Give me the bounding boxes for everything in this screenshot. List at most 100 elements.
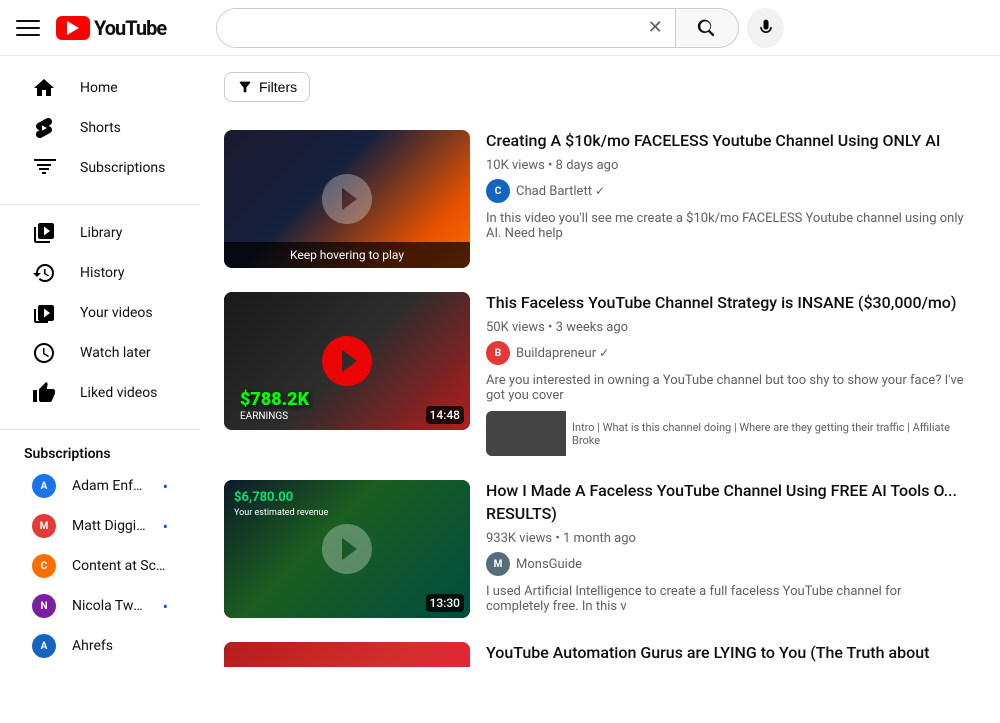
clear-search-button[interactable]: ✕	[635, 9, 675, 47]
subscription-avatar-adam-enfroy: A	[32, 474, 56, 498]
video-info-1: Creating A $10k/mo FACELESS Youtube Chan…	[486, 130, 976, 268]
subscription-item-adam-enfroy[interactable]: A Adam Enfroy •	[8, 466, 192, 506]
home-icon	[32, 76, 56, 100]
sidebar-item-shorts[interactable]: Shorts	[8, 108, 192, 148]
video-item-3[interactable]: $6,780.00 Your estimated revenue 13:30 H…	[224, 468, 976, 630]
sidebar-item-home-label: Home	[80, 80, 118, 96]
sidebar-item-history[interactable]: History	[8, 253, 192, 293]
video-info-4: YouTube Automation Gurus are LYING to Yo…	[486, 642, 976, 667]
liked-videos-icon	[32, 381, 56, 405]
channel-name-1: Chad Bartlett ✓	[516, 184, 605, 199]
sidebar-item-subscriptions-label: Subscriptions	[80, 160, 165, 176]
shorts-icon	[32, 116, 56, 140]
video-desc-3: I used Artificial Intelligence to create…	[486, 584, 968, 614]
video-thumbnail-3: $6,780.00 Your estimated revenue 13:30	[224, 480, 470, 618]
subscription-item-matt-diggity[interactable]: M Matt Diggity •	[8, 506, 192, 546]
sidebar-item-liked-videos[interactable]: Liked videos	[8, 373, 192, 413]
watch-later-icon	[32, 341, 56, 365]
sidebar-item-history-label: History	[80, 265, 125, 281]
duration-badge-3: 13:30	[426, 594, 464, 612]
subscription-item-content-at-scale[interactable]: C Content at Scale	[8, 546, 192, 586]
video-item-2[interactable]: $788.2K EARNINGS 14:48 This Faceless You…	[224, 280, 976, 468]
video-item[interactable]: Keep hovering to play Creating A $10k/mo…	[224, 118, 976, 280]
youtube-wordmark: YouTube	[94, 16, 166, 40]
search-form: faceless youtube channel ✕	[216, 8, 739, 48]
video-meta-3: M MonsGuide	[486, 552, 968, 576]
video-stats-1: 10K views • 8 days ago	[486, 158, 968, 173]
sidebar-item-library-label: Library	[80, 225, 122, 241]
sidebar: Home Shorts Subscriptions Library	[0, 56, 200, 667]
subscription-name-nicola-tweed: Nicola Tweed	[72, 598, 147, 614]
sidebar-library-section: Library History Your videos Watch later …	[0, 213, 200, 421]
sidebar-item-library[interactable]: Library	[8, 213, 192, 253]
sidebar-item-home[interactable]: Home	[8, 68, 192, 108]
video-thumbnail-1: Keep hovering to play	[224, 130, 470, 268]
main-content: Filters Keep hovering to play Creating A…	[200, 56, 1000, 667]
header-left: YouTube	[16, 16, 216, 40]
sidebar-nav-section: Home Shorts Subscriptions	[0, 68, 200, 196]
subscription-avatar-ahrefs: A	[32, 634, 56, 658]
video-desc-2: Are you interested in owning a YouTube c…	[486, 373, 968, 403]
channel-name-2: Buildapreneur ✓	[516, 346, 609, 361]
sidebar-item-liked-videos-label: Liked videos	[80, 385, 157, 401]
filters-button[interactable]: Filters	[224, 72, 310, 102]
verified-icon-1: ✓	[595, 184, 605, 198]
sidebar-divider-2	[0, 429, 200, 430]
channel-avatar-1: C	[486, 179, 510, 203]
channel-avatar-2: B	[486, 341, 510, 365]
video-title-3: How I Made A Faceless YouTube Channel Us…	[486, 480, 968, 525]
video-title-2: This Faceless YouTube Channel Strategy i…	[486, 292, 968, 314]
video-info-2: This Faceless YouTube Channel Strategy i…	[486, 292, 976, 456]
subscription-name-content-at-scale: Content at Scale	[72, 558, 168, 574]
video-stats-3: 933K views • 1 month ago	[486, 531, 968, 546]
search-icon	[697, 18, 717, 38]
sidebar-divider-1	[0, 204, 200, 205]
video-thumbnail-4: YouTube SCAM	[224, 642, 470, 667]
video-desc-1: In this video you'll see me create a $10…	[486, 211, 968, 241]
sidebar-item-watch-later-label: Watch later	[80, 345, 151, 361]
video-stats-2: 50K views • 3 weeks ago	[486, 320, 968, 335]
video-list: Keep hovering to play Creating A $10k/mo…	[224, 118, 976, 667]
filters-label: Filters	[259, 79, 297, 95]
duration-badge-2: 14:48	[426, 406, 464, 424]
channel-name-3: MonsGuide	[516, 557, 582, 572]
preview-thumb-2	[486, 411, 566, 456]
sidebar-item-subscriptions[interactable]: Subscriptions	[8, 148, 192, 188]
preview-strip-2: Intro | What is this channel doing | Whe…	[486, 411, 968, 456]
subscription-name-ahrefs: Ahrefs	[72, 638, 168, 654]
header-center: faceless youtube channel ✕	[216, 8, 784, 48]
subscription-dot-nicola-tweed: •	[163, 597, 168, 616]
header: YouTube faceless youtube channel ✕	[0, 0, 1000, 56]
subscription-item-ahrefs[interactable]: A Ahrefs	[8, 626, 192, 666]
mic-icon	[756, 18, 776, 38]
sidebar-item-your-videos-label: Your videos	[80, 305, 153, 321]
history-icon	[32, 261, 56, 285]
youtube-logo[interactable]: YouTube	[56, 16, 166, 40]
sidebar-item-watch-later[interactable]: Watch later	[8, 333, 192, 373]
verified-icon-2: ✓	[599, 346, 609, 360]
preview-label-2: Intro | What is this channel doing | Whe…	[566, 417, 968, 451]
subscription-avatar-content-at-scale: C	[32, 554, 56, 578]
sidebar-item-shorts-label: Shorts	[80, 120, 121, 136]
mic-button[interactable]	[747, 8, 784, 48]
filters-bar: Filters	[224, 72, 976, 102]
search-input-wrap: faceless youtube channel ✕	[216, 8, 675, 48]
youtube-icon	[56, 16, 90, 40]
video-meta-1: C Chad Bartlett ✓	[486, 179, 968, 203]
subscriptions-title: Subscriptions	[0, 438, 200, 466]
video-item-4[interactable]: YouTube SCAM YouTube Automation Gurus ar…	[224, 630, 976, 667]
subscriptions-icon	[32, 156, 56, 180]
menu-button[interactable]	[16, 16, 40, 40]
subscription-dot-adam-enfroy: •	[163, 477, 168, 496]
sidebar-subscriptions-section: Subscriptions A Adam Enfroy • M Matt Dig…	[0, 438, 200, 667]
video-title-4: YouTube Automation Gurus are LYING to Yo…	[486, 642, 968, 667]
hover-play-label: Keep hovering to play	[224, 242, 470, 268]
sidebar-item-your-videos[interactable]: Your videos	[8, 293, 192, 333]
search-input[interactable]: faceless youtube channel	[217, 9, 635, 47]
subscription-avatar-matt-diggity: M	[32, 514, 56, 538]
video-thumbnail-2: $788.2K EARNINGS 14:48	[224, 292, 470, 430]
channel-avatar-3: M	[486, 552, 510, 576]
subscription-name-matt-diggity: Matt Diggity	[72, 518, 147, 534]
subscription-item-nicola-tweed[interactable]: N Nicola Tweed •	[8, 586, 192, 626]
search-button[interactable]	[675, 8, 739, 48]
